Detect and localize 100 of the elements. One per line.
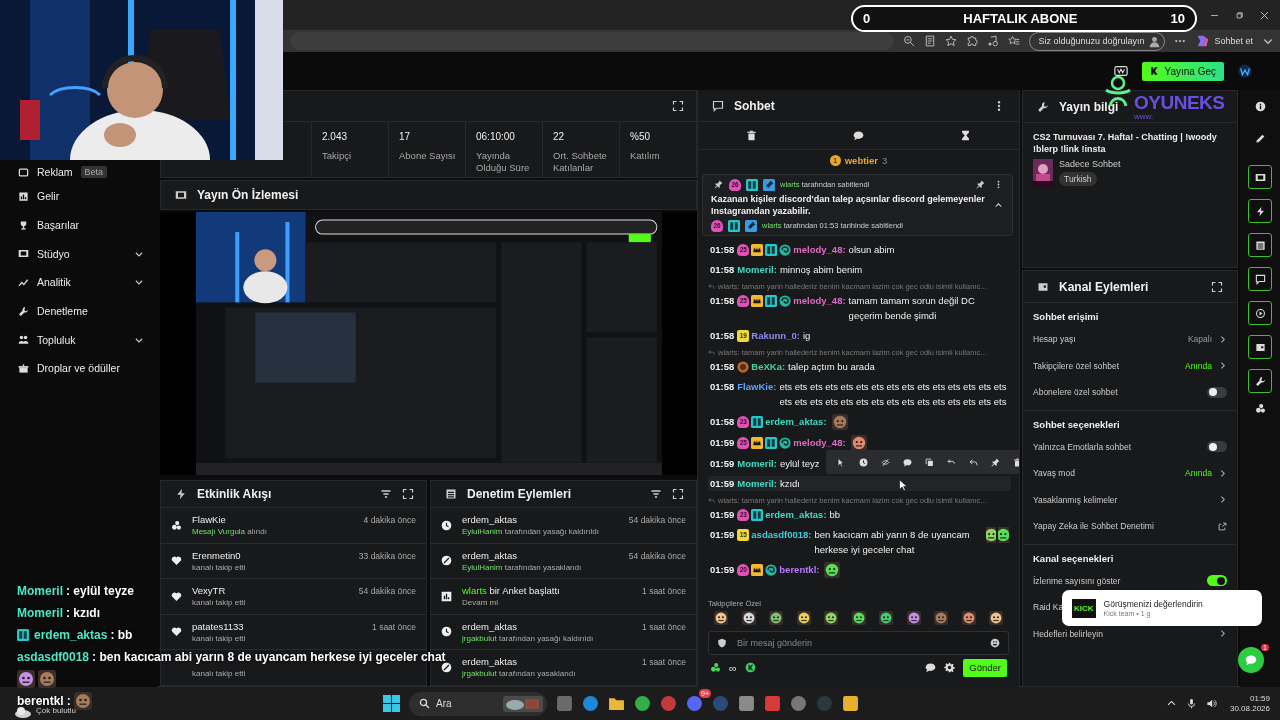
- expand-icon[interactable]: [402, 488, 414, 500]
- taskbar-search[interactable]: Ara: [409, 691, 547, 716]
- sidebar-item[interactable]: Denetleme: [10, 296, 152, 326]
- sidebar-item[interactable]: Gelir: [10, 182, 152, 211]
- emote-icon[interactable]: [851, 610, 866, 625]
- rail-button[interactable]: [1248, 267, 1272, 291]
- category-name[interactable]: Sadece Sohbet: [1059, 159, 1121, 170]
- chat-username[interactable]: erdem_aktas:: [765, 414, 827, 430]
- restore-icon[interactable]: [1234, 9, 1245, 21]
- external-link-icon[interactable]: [1218, 521, 1227, 531]
- pin-icon[interactable]: [990, 457, 1000, 467]
- sidebar-item[interactable]: Droplar ve ödüller: [10, 354, 152, 383]
- undo-icon[interactable]: [946, 457, 956, 467]
- copilot-button[interactable]: Sohbet et: [1195, 34, 1253, 48]
- close-icon[interactable]: [1259, 9, 1270, 21]
- emoji-icon[interactable]: [990, 637, 1000, 648]
- setting-label[interactable]: Hesap yaşı: [1033, 334, 1076, 345]
- reader-icon[interactable]: [924, 35, 937, 47]
- chevron-right-icon[interactable]: [1218, 334, 1227, 344]
- sidebar-item[interactable]: Stüdyo: [10, 239, 152, 269]
- emote-icon[interactable]: [824, 610, 838, 625]
- emote-icon[interactable]: [796, 610, 811, 625]
- music-icon[interactable]: [987, 35, 1000, 47]
- message-input[interactable]: Bir mesaj gönderin: [735, 636, 982, 649]
- emote-icon[interactable]: [906, 610, 921, 625]
- chat-username[interactable]: melody_48:: [793, 435, 846, 451]
- expand-icon[interactable]: [1211, 280, 1223, 293]
- sidebar-item[interactable]: Topluluk: [10, 325, 152, 355]
- zoom-out-icon[interactable]: [903, 35, 916, 47]
- emote-icon[interactable]: [879, 610, 893, 625]
- filter-icon[interactable]: [380, 488, 392, 500]
- emote-icon[interactable]: [961, 610, 976, 625]
- sidebar-item[interactable]: Analitik: [10, 268, 152, 297]
- chat-username[interactable]: melody_48:: [793, 242, 846, 258]
- chat-username[interactable]: FlawKie:: [737, 379, 777, 395]
- reply-icon[interactable]: [968, 457, 978, 467]
- clock-icon[interactable]: [858, 457, 868, 467]
- setting-label[interactable]: İzlenme sayısını göster: [1033, 575, 1121, 586]
- chat-username[interactable]: Momeril:: [737, 456, 777, 472]
- setting-label[interactable]: Yasaklanmış kelimeler: [1033, 494, 1118, 505]
- toggle-switch[interactable]: [1207, 386, 1227, 398]
- send-button[interactable]: Gönder: [963, 658, 1007, 677]
- collapse-icon[interactable]: [994, 200, 1003, 210]
- setting-label[interactable]: Yapay Zeka ile Sohbet Denetimi: [1033, 521, 1154, 532]
- setting-label[interactable]: Takipçilere özel sohbet: [1033, 360, 1119, 371]
- chat-username[interactable]: asdasdf0018:: [751, 527, 812, 543]
- emote-icon[interactable]: [714, 610, 728, 625]
- chevron-right-icon[interactable]: [1218, 361, 1227, 371]
- chat-bubble-icon[interactable]: [925, 662, 937, 673]
- expand-icon[interactable]: [672, 100, 684, 112]
- pencil-icon[interactable]: [1254, 133, 1266, 144]
- info-icon[interactable]: [1254, 101, 1266, 112]
- language-tag[interactable]: Turkish: [1059, 172, 1097, 187]
- setting-label[interactable]: Hedefleri belirleyin: [1033, 628, 1103, 639]
- unpin-icon[interactable]: [976, 180, 985, 189]
- star-icon[interactable]: [945, 35, 958, 47]
- chevron-right-icon[interactable]: [1218, 468, 1227, 478]
- setting-label[interactable]: Yavaş mod: [1033, 468, 1075, 479]
- puzzle-icon[interactable]: [966, 35, 979, 47]
- trash-icon[interactable]: [1012, 457, 1019, 467]
- chat-bubble-icon[interactable]: [853, 130, 864, 141]
- sidebar-item[interactable]: Başarılar: [10, 210, 152, 240]
- emote-icon[interactable]: [989, 610, 1003, 625]
- dots-icon[interactable]: [1254, 403, 1266, 414]
- chevron-right-icon[interactable]: [1218, 629, 1227, 639]
- chat-username[interactable]: erdem_aktas:: [765, 507, 827, 523]
- chat-username[interactable]: BeXKa:: [751, 359, 786, 375]
- expand-icon[interactable]: [672, 488, 684, 500]
- toggle-switch[interactable]: [1207, 575, 1227, 587]
- speaker-icon[interactable]: [1205, 698, 1217, 709]
- setting-label[interactable]: Abonelere özel sohbet: [1033, 387, 1118, 398]
- rail-button[interactable]: [1248, 369, 1272, 393]
- filter-icon[interactable]: [650, 488, 662, 500]
- trash-icon[interactable]: [746, 130, 757, 141]
- message-field[interactable]: Bir mesaj gönderin: [708, 630, 1009, 655]
- chevron-right-icon[interactable]: [1218, 495, 1227, 505]
- chat-username[interactable]: berentkl:: [779, 562, 820, 578]
- toggle-switch[interactable]: [1207, 441, 1227, 453]
- sidebar-item[interactable]: Reklam Beta: [10, 162, 152, 182]
- copy-icon[interactable]: [924, 457, 934, 467]
- emote-icon[interactable]: [769, 610, 783, 625]
- rail-button[interactable]: [1248, 165, 1272, 189]
- microphone-icon[interactable]: [1185, 698, 1197, 709]
- settings-icon[interactable]: [944, 662, 956, 673]
- chat-bubble-icon[interactable]: [902, 457, 912, 467]
- chat-username[interactable]: melody_48:: [793, 293, 846, 309]
- rail-button[interactable]: [1248, 335, 1272, 359]
- go-live-button[interactable]: Yayına Geç: [1142, 61, 1224, 81]
- chat-username[interactable]: Momeril:: [737, 476, 777, 492]
- hide-icon[interactable]: [880, 457, 890, 467]
- emote-icon[interactable]: [741, 610, 756, 625]
- favorites-icon[interactable]: [1008, 35, 1021, 47]
- hourglass-icon[interactable]: [960, 130, 971, 141]
- chat-username[interactable]: Momeril:: [737, 262, 777, 278]
- rail-button[interactable]: [1248, 301, 1272, 325]
- wrench-icon: [1254, 375, 1266, 387]
- rail-button[interactable]: [1248, 233, 1272, 257]
- setting-label[interactable]: Yalnızca Emotlarla sohbet: [1033, 441, 1132, 452]
- rail-button[interactable]: [1248, 199, 1272, 223]
- chat-username[interactable]: Rakunn_0:: [751, 328, 800, 344]
